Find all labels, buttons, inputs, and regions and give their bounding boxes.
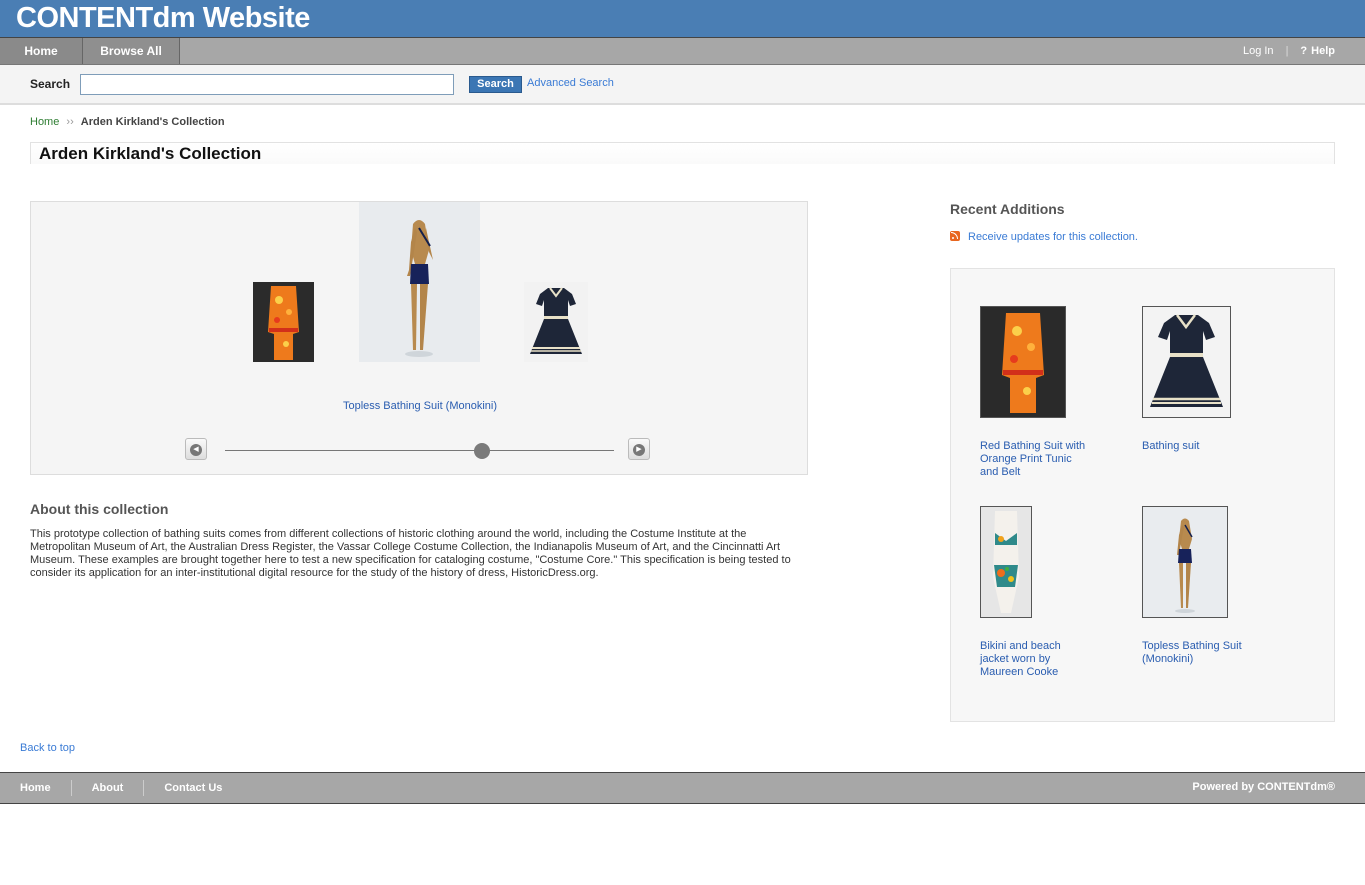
help-icon: ? [1300,45,1308,57]
advanced-search-link[interactable]: Advanced Search [527,77,614,89]
recent-caption-bikini[interactable]: Bikini and beach jacket worn by Maureen … [980,640,1090,679]
recent-additions-heading: Recent Additions [950,201,1065,217]
breadcrumb-home[interactable]: Home [30,116,59,128]
recent-thumb-red-bathing-suit[interactable] [980,306,1066,418]
carousel-caption[interactable]: Topless Bathing Suit (Monokini) [31,400,809,412]
recent-caption-monokini[interactable]: Topless Bathing Suit (Monokini) [1142,640,1252,666]
site-title[interactable]: CONTENTdm Website [16,2,310,35]
nav-utilities: Log In | ? Help [1243,38,1335,64]
carousel-slider-handle[interactable] [473,443,490,459]
chevron-left-icon: ◀ [190,443,202,456]
recent-caption-red-bathing-suit[interactable]: Red Bathing Suit with Orange Print Tunic… [980,440,1090,479]
carousel-slider-track[interactable] [225,450,614,451]
carousel-next-button[interactable]: ▶ [628,438,650,460]
carousel-thumb-orange-suit[interactable] [253,282,314,362]
about-text: This prototype collection of bathing sui… [30,528,791,579]
search-button[interactable]: Search [469,76,522,93]
login-link[interactable]: Log In [1243,45,1274,57]
nav-tab-home[interactable]: Home [0,38,82,64]
footer-link-contact[interactable]: Contact Us [144,780,242,796]
main-nav: Home Browse All Log In | ? Help [0,37,1365,65]
carousel-thumb-navy-dress[interactable] [524,282,588,362]
nav-tab-browse-all[interactable]: Browse All [82,38,180,64]
rss-icon[interactable] [950,231,960,241]
help-link[interactable]: Help [1311,45,1335,57]
breadcrumb: Home ›› Arden Kirkland's Collection [30,116,225,128]
site-banner: CONTENTdm Website [0,0,1365,37]
search-input[interactable] [80,74,454,95]
footer-link-about[interactable]: About [72,780,145,796]
item-carousel: Topless Bathing Suit (Monokini) ◀ ▶ [30,201,808,475]
site-footer: Home About Contact Us Powered by CONTENT… [0,772,1365,804]
chevron-right-icon: ▶ [633,443,645,456]
footer-link-home[interactable]: Home [0,780,72,796]
search-label: Search [30,77,71,91]
search-bar: Search Search Advanced Search [0,65,1365,105]
page-title: Arden Kirkland's Collection [39,144,262,163]
nav-divider: | [1285,45,1289,57]
carousel-prev-button[interactable]: ◀ [185,438,207,460]
page-title-box: Arden Kirkland's Collection [30,142,1335,164]
breadcrumb-current: Arden Kirkland's Collection [80,116,225,128]
recent-thumb-bathing-suit[interactable] [1142,306,1231,418]
footer-links: Home About Contact Us [0,773,242,803]
powered-by-text: Powered by CONTENTdm® [1192,781,1335,793]
recent-thumb-bikini[interactable] [980,506,1032,618]
recent-thumb-monokini[interactable] [1142,506,1228,618]
breadcrumb-separator: ›› [66,116,74,128]
nav-tabs: Home Browse All [0,38,180,64]
recent-additions-panel: Red Bathing Suit with Orange Print Tunic… [950,268,1335,722]
about-heading: About this collection [30,501,169,517]
carousel-thumb-monokini[interactable] [359,202,480,362]
recent-caption-bathing-suit[interactable]: Bathing suit [1142,440,1252,453]
rss-subscribe-link[interactable]: Receive updates for this collection. [968,231,1138,243]
back-to-top-link[interactable]: Back to top [20,742,75,754]
